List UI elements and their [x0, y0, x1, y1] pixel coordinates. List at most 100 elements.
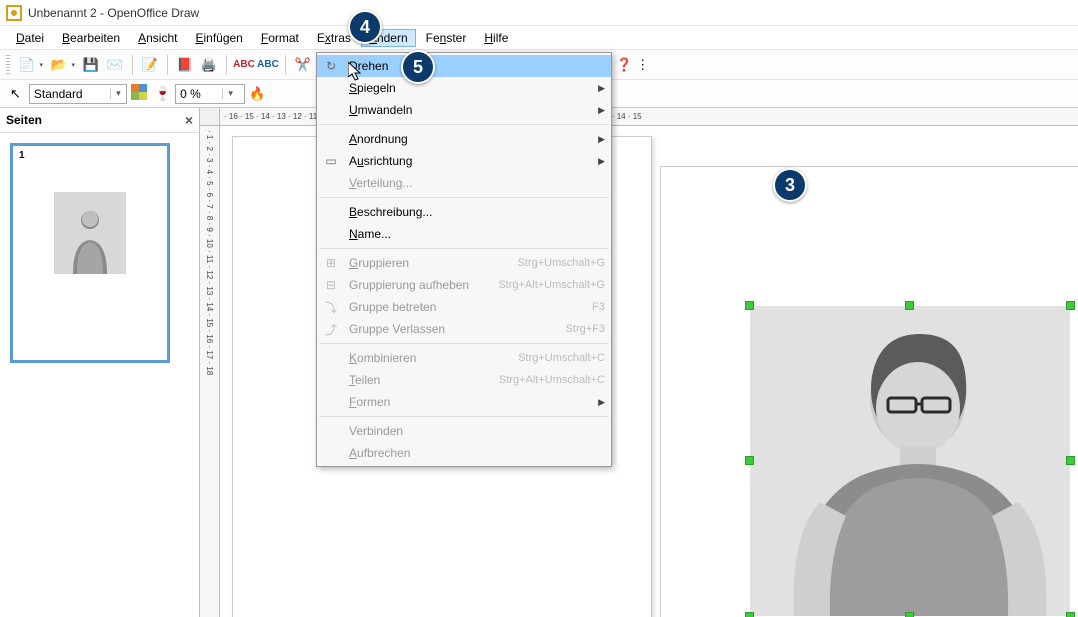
ruler-vertical[interactable]: · 1 · 2 · 3 · 4 · 5 · 6 · 7 · 8 · 9 · 10…: [200, 126, 220, 617]
resize-handle[interactable]: [745, 612, 754, 617]
style-combo[interactable]: ▾: [29, 84, 127, 104]
submenu-arrow-icon: ▶: [598, 156, 605, 167]
menu-item-label: Name...: [349, 227, 605, 241]
dropdown-arrow-icon[interactable]: ▾: [222, 88, 238, 99]
menu-item-gruppierung-aufheben: ⊟Gruppierung aufhebenStrg+Alt+Umschalt+G: [317, 274, 611, 296]
wine-button[interactable]: 🍷: [155, 87, 171, 101]
menu-item-label: Beschreibung...: [349, 205, 605, 219]
menu-separator: [319, 416, 609, 417]
menu-item-label: Verteilung...: [349, 176, 605, 190]
toolbar-sep: [226, 55, 227, 75]
pages-panel: Seiten × 1: [0, 108, 200, 617]
save-button[interactable]: 💾: [80, 54, 102, 76]
menu-item-umwandeln[interactable]: Umwandeln ▶: [317, 99, 611, 121]
menu-item-label: Umwandeln: [349, 103, 590, 117]
exit-icon: ⤴: [321, 321, 341, 337]
resize-handle[interactable]: [1066, 456, 1075, 465]
app-icon: [6, 5, 22, 21]
toolbar-sep: [285, 55, 286, 75]
zoom-combo[interactable]: ▾: [175, 84, 245, 104]
menu-hilfe[interactable]: Hilfe: [476, 29, 516, 47]
menu-item-anordnung[interactable]: Anordnung ▶: [317, 128, 611, 150]
pdf-button[interactable]: 📕: [174, 54, 196, 76]
resize-handle[interactable]: [905, 612, 914, 617]
new-button[interactable]: 📄: [16, 54, 38, 76]
submenu-arrow-icon: ▶: [598, 397, 605, 408]
menu-datei[interactable]: Datei: [8, 29, 52, 47]
close-icon[interactable]: ×: [185, 112, 193, 128]
menu-shortcut: F3: [592, 301, 605, 313]
menu-item-label: Anordnung: [349, 132, 590, 146]
toolbar-sep: [167, 55, 168, 75]
submenu-arrow-icon: ▶: [598, 134, 605, 145]
ungroup-icon: ⊟: [321, 277, 341, 293]
blank-icon: [321, 372, 341, 388]
blank-icon: [321, 102, 341, 118]
menu-item-label: Gruppe Verlassen: [349, 322, 558, 336]
toolbar-grip[interactable]: [6, 55, 10, 75]
menu-separator: [319, 197, 609, 198]
resize-handle[interactable]: [1066, 301, 1075, 310]
submenu-arrow-icon: ▶: [598, 83, 605, 94]
spellcheck-button[interactable]: ABC: [233, 54, 255, 76]
zoom-input[interactable]: [176, 87, 222, 101]
align-icon: ▭: [321, 153, 341, 169]
menu-item-label: Aufbrechen: [349, 446, 605, 460]
aendern-dropdown: ↻DrehenSpiegeln▶Umwandeln▶Anordnung▶▭Aus…: [316, 52, 612, 467]
color-button[interactable]: [131, 84, 147, 103]
callout-badge-3: 3: [773, 168, 807, 202]
resize-handle[interactable]: [1066, 612, 1075, 617]
open-button[interactable]: 📂: [48, 54, 70, 76]
email-button[interactable]: ✉️: [104, 54, 126, 76]
arrow-tool[interactable]: ↖: [10, 87, 21, 101]
callout-badge-4: 4: [348, 10, 382, 44]
style-input[interactable]: [30, 87, 110, 101]
print-button[interactable]: 🖨️: [198, 54, 220, 76]
resize-handle[interactable]: [905, 301, 914, 310]
group-icon: ⊞: [321, 255, 341, 271]
resize-handle[interactable]: [745, 456, 754, 465]
menu-separator: [319, 248, 609, 249]
menu-bearbeiten[interactable]: Bearbeiten: [54, 29, 128, 47]
page-thumbnail[interactable]: 1: [10, 143, 170, 363]
ruler-corner: [200, 108, 220, 126]
resize-handle[interactable]: [745, 301, 754, 310]
dropdown-arrow-icon[interactable]: ▾: [110, 88, 126, 99]
menu-item-label: Drehen: [349, 59, 605, 73]
pages-title: Seiten: [6, 113, 42, 127]
menu-fenster[interactable]: Fenster: [418, 29, 475, 47]
menu-item-label: Formen: [349, 395, 590, 409]
blank-icon: [321, 175, 341, 191]
menu-ansicht[interactable]: Ansicht: [130, 29, 185, 47]
menu-item-beschreibung-[interactable]: Beschreibung...: [317, 201, 611, 223]
menu-item-name-[interactable]: Name...: [317, 223, 611, 245]
blank-icon: [321, 204, 341, 220]
menu-ext-button[interactable]: ⋮: [636, 58, 649, 72]
menu-item-aufbrechen: Aufbrechen: [317, 442, 611, 464]
help-button[interactable]: ❓: [616, 58, 632, 72]
menu-separator: [319, 343, 609, 344]
menu-item-gruppe-betreten: ⤵Gruppe betretenF3: [317, 296, 611, 318]
menu-item-kombinieren: KombinierenStrg+Umschalt+C: [317, 347, 611, 369]
menu-shortcut: Strg+Alt+Umschalt+G: [498, 279, 605, 291]
menu-einfuegen[interactable]: Einfügen: [187, 29, 250, 47]
callout-badge-5: 5: [401, 50, 435, 84]
blank-icon: [321, 226, 341, 242]
menu-item-ausrichtung[interactable]: ▭Ausrichtung▶: [317, 150, 611, 172]
page-number: 1: [19, 150, 25, 161]
selected-image[interactable]: [750, 306, 1070, 616]
fill-button[interactable]: 🔥: [249, 87, 265, 101]
menu-item-gruppe-verlassen: ⤴ Gruppe Verlassen Strg+F3: [317, 318, 611, 340]
submenu-arrow-icon: ▶: [598, 105, 605, 116]
menu-shortcut: Strg+Umschalt+C: [518, 352, 605, 364]
menu-item-teilen: TeilenStrg+Alt+Umschalt+C: [317, 369, 611, 391]
menu-item-formen: Formen ▶: [317, 391, 611, 413]
menu-format[interactable]: Format: [253, 29, 307, 47]
menu-separator: [319, 124, 609, 125]
menu-shortcut: Strg+F3: [566, 323, 605, 335]
autospell-button[interactable]: ABC: [257, 54, 279, 76]
cut-button[interactable]: ✂️: [292, 54, 314, 76]
edit-doc-button[interactable]: 📝: [139, 54, 161, 76]
menubar: Datei Bearbeiten Ansicht Einfügen Format…: [0, 26, 1078, 50]
toolbar-sep: [132, 55, 133, 75]
